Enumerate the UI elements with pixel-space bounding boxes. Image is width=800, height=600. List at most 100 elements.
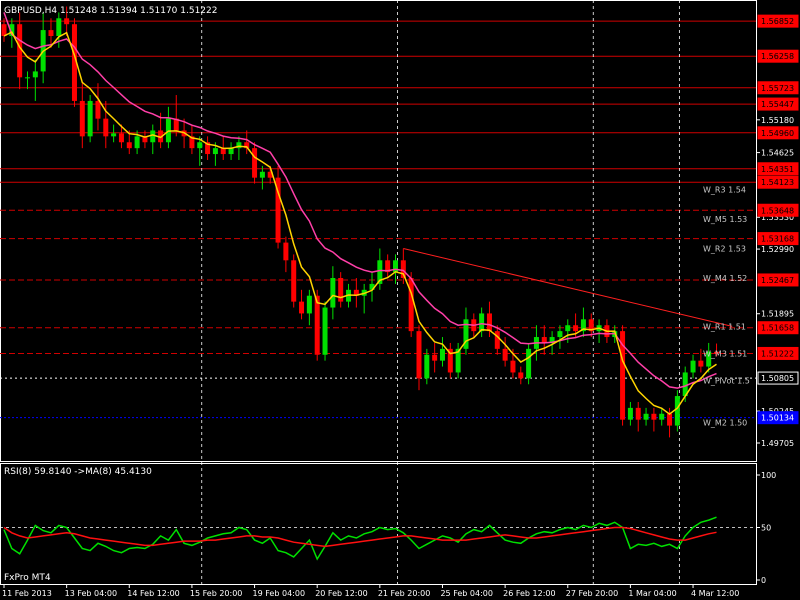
candle-body[interactable]	[643, 413, 649, 420]
level-price-label: 1.53168	[761, 235, 794, 244]
rsi-tick-label: 50	[761, 524, 771, 533]
candle-body[interactable]	[651, 413, 657, 420]
rsi-ma-line	[3, 526, 717, 548]
candle-body[interactable]	[134, 136, 140, 149]
candle-body[interactable]	[502, 348, 508, 361]
level-name-label: W_R2 1.53	[703, 245, 746, 254]
candle-body[interactable]	[24, 77, 30, 79]
candle-body[interactable]	[126, 142, 132, 149]
candle-body[interactable]	[573, 325, 579, 332]
candle-body[interactable]	[111, 133, 117, 137]
candle-body[interactable]	[103, 118, 109, 137]
time-tick-label: 15 Feb 20:00	[190, 589, 242, 598]
fast-moving-average-line	[3, 31, 717, 416]
level-labels: W_R3 1.54 W_M5 1.53 W_R2 1.53 W_M4 1.52 W_R1…	[703, 185, 750, 427]
chart-canvas: 1.551801.546251.535301.529901.518951.502…	[0, 0, 799, 598]
candle-body[interactable]	[64, 18, 70, 25]
candle-body[interactable]	[314, 295, 320, 355]
candle-body[interactable]	[32, 71, 38, 78]
candle-body[interactable]	[494, 331, 500, 349]
candle-body[interactable]	[439, 348, 445, 361]
level-price-label: 1.51222	[761, 349, 794, 358]
candle-body[interactable]	[212, 148, 218, 155]
time-tick-label: 1 Mar 04:00	[628, 589, 676, 598]
time-tick-label: 13 Feb 04:00	[65, 589, 117, 598]
rsi-panel: 100 50 0	[0, 471, 776, 585]
candle-body[interactable]	[408, 278, 414, 332]
price-pane-border	[0, 0, 757, 462]
candle-body[interactable]	[299, 301, 305, 314]
level-name-label: W_Pivot 1.5	[703, 377, 750, 386]
candle-body[interactable]	[698, 360, 704, 367]
footer-label: FxPro MT4	[4, 573, 51, 583]
candle-body[interactable]	[510, 360, 516, 373]
candle-body[interactable]	[518, 372, 524, 379]
time-tick-label: 25 Feb 04:00	[440, 589, 492, 598]
candle-body[interactable]	[424, 354, 430, 379]
candle-body[interactable]	[635, 407, 641, 420]
level-price-label: 1.50134	[761, 414, 794, 423]
time-tick-label: 20 Feb 12:00	[315, 589, 367, 598]
time-tick-label: 21 Feb 20:00	[378, 589, 430, 598]
candle-body[interactable]	[17, 24, 23, 78]
price-tick-label: 1.49705	[761, 439, 794, 448]
candle-body[interactable]	[432, 354, 438, 361]
candle-body[interactable]	[56, 18, 62, 37]
candle-body[interactable]	[486, 313, 492, 332]
candle-body[interactable]	[150, 130, 156, 143]
candle-body[interactable]	[306, 295, 312, 314]
candle-body[interactable]	[118, 133, 124, 143]
time-tick-label: 19 Feb 04:00	[253, 589, 305, 598]
time-tick-label: 26 Feb 12:00	[503, 589, 555, 598]
candle-body[interactable]	[627, 407, 633, 420]
level-price-label: 1.56852	[761, 17, 794, 26]
trendline	[403, 248, 733, 327]
level-price-label: 1.56258	[761, 52, 794, 61]
candle-body[interactable]	[526, 348, 532, 379]
candle-body[interactable]	[48, 30, 54, 37]
candle-body[interactable]	[259, 171, 265, 178]
rsi-tick-label: 0	[761, 576, 766, 585]
candle-body[interactable]	[291, 260, 297, 302]
trendline-segment	[403, 248, 733, 327]
candle-body[interactable]	[557, 331, 563, 338]
candle-body[interactable]	[1, 24, 7, 37]
candle-body[interactable]	[479, 313, 485, 332]
price-tick-label: 1.51895	[761, 310, 794, 319]
time-tick-label: 11 Feb 2013	[2, 589, 52, 598]
candle-body[interactable]	[95, 100, 101, 119]
level-price-label: 1.54960	[761, 129, 794, 138]
level-name-label: W_M4 1.52	[703, 274, 747, 283]
candle-body[interactable]	[252, 148, 258, 178]
candle-body[interactable]	[330, 278, 336, 308]
level-name-label: W_R3 1.54	[703, 185, 746, 194]
level-price-label: 1.52467	[761, 276, 794, 285]
candle-body[interactable]	[690, 360, 696, 373]
level-price-label: 1.50805	[761, 374, 794, 383]
candle-body[interactable]	[667, 413, 673, 426]
time-tick-label: 27 Feb 20:00	[566, 589, 618, 598]
price-tick-label: 1.54625	[761, 149, 794, 158]
level-price-label: 1.55447	[761, 100, 794, 109]
candle-body[interactable]	[416, 331, 422, 379]
price-levels: 1.56852 1.56258 1.55723 1.55447 1.54960 1.543…	[0, 14, 799, 425]
level-price-label: 1.53648	[761, 206, 794, 215]
candle-body[interactable]	[79, 100, 85, 137]
price-tick-label: 1.55180	[761, 116, 794, 125]
candle-body[interactable]	[197, 142, 203, 149]
level-name-label: W_M5 1.53	[703, 215, 747, 224]
candle-body[interactable]	[565, 325, 571, 332]
candlesticks[interactable]	[1, 6, 720, 438]
rsi-title: RSI(8) 59.8140 ->MA(8) 45.4130	[4, 467, 152, 477]
candle-body[interactable]	[674, 396, 680, 426]
time-tick-label: 14 Feb 12:00	[127, 589, 179, 598]
time-tick-label: 4 Mar 12:00	[691, 589, 739, 598]
level-price-label: 1.51658	[761, 324, 794, 333]
candle-body[interactable]	[322, 307, 328, 355]
candle-body[interactable]	[87, 100, 93, 137]
rsi-pane-border	[0, 463, 757, 585]
candle-body[interactable]	[283, 242, 289, 261]
price-tick-label: 1.52990	[761, 245, 794, 254]
level-name-label: W_M2 1.50	[703, 419, 747, 428]
candle-body[interactable]	[659, 413, 665, 420]
